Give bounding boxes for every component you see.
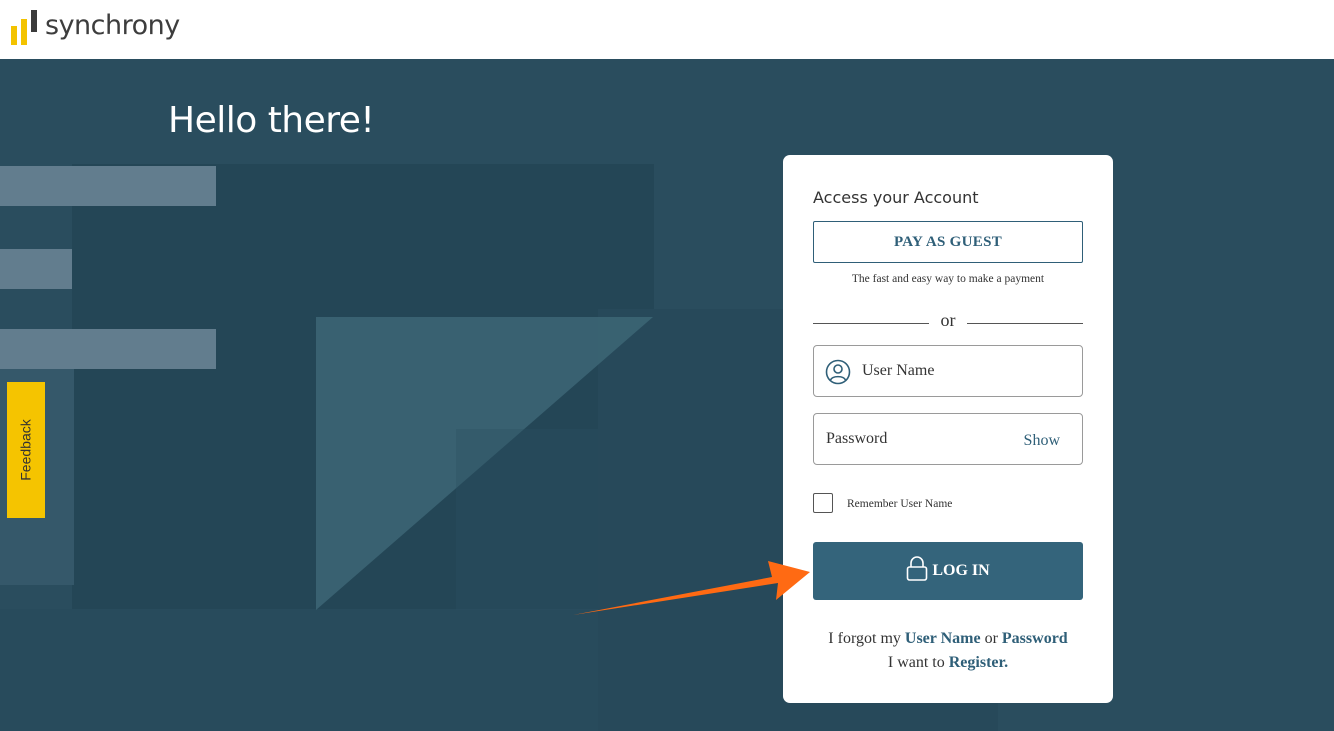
log-in-button[interactable]: LOG IN [813, 542, 1083, 600]
feedback-label: Feedback [18, 419, 35, 481]
username-placeholder: User Name [862, 362, 935, 379]
password-placeholder: Password [826, 430, 888, 447]
forgot-line: I forgot my User Name or Password [783, 627, 1113, 651]
decorative-bar [0, 166, 216, 206]
login-card: Access your Account PAY AS GUEST The fas… [783, 155, 1113, 703]
remember-username-checkbox[interactable] [813, 493, 833, 513]
log-in-label: LOG IN [932, 562, 990, 579]
forgot-username-link[interactable]: User Name [905, 630, 981, 647]
pay-as-guest-button[interactable]: PAY AS GUEST [813, 221, 1083, 263]
remember-username: Remember User Name [813, 493, 952, 513]
decorative-bar [0, 329, 216, 369]
hero-background [0, 59, 1334, 731]
synchrony-logo-mark-icon [10, 8, 40, 48]
username-input[interactable]: User Name [813, 345, 1083, 397]
forgot-or: or [984, 630, 998, 647]
forgot-password-link[interactable]: Password [1002, 630, 1068, 647]
top-bar: synchrony [0, 0, 1334, 59]
show-password-link[interactable]: Show [1024, 432, 1060, 450]
remember-username-label: Remember User Name [847, 498, 953, 510]
register-line: I want to Register. [783, 651, 1113, 675]
divider-text: or [940, 310, 956, 330]
forgot-prefix: I forgot my [828, 630, 901, 647]
user-circle-icon [825, 359, 851, 385]
register-prefix: I want to [887, 654, 945, 671]
brand-name: synchrony [45, 10, 180, 41]
lock-icon [907, 556, 928, 581]
decorative-bar [0, 249, 72, 289]
password-input[interactable]: Password Show [813, 413, 1083, 465]
hero-decorative-shapes [316, 317, 653, 610]
or-divider: or [813, 310, 1083, 332]
synchrony-logo[interactable]: synchrony [10, 8, 180, 48]
register-link[interactable]: Register. [949, 654, 1008, 671]
greeting-heading: Hello there! [168, 100, 375, 141]
card-title: Access your Account [813, 188, 979, 207]
guest-subtitle: The fast and easy way to make a payment [851, 273, 1045, 285]
account-help: I forgot my User Name or Password I want… [783, 627, 1113, 675]
feedback-tab[interactable]: Feedback [7, 382, 45, 518]
